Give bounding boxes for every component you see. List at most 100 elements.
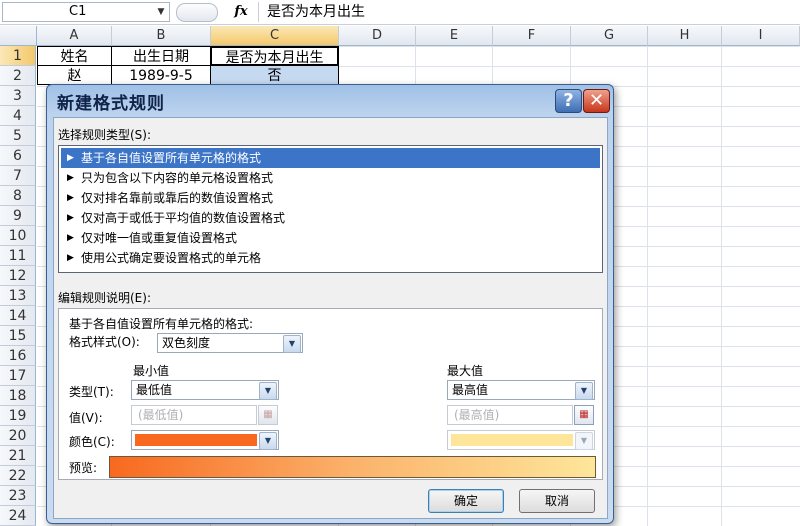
row-header-23[interactable]: 23 bbox=[0, 486, 36, 506]
min-heading: 最小值 bbox=[133, 364, 170, 378]
row-header-8[interactable]: 8 bbox=[0, 186, 36, 206]
color-label: 颜色(C): bbox=[69, 435, 115, 449]
name-box-dropdown-icon[interactable]: ▼ bbox=[154, 2, 168, 22]
min-color-swatch bbox=[135, 434, 257, 446]
row-header-18[interactable]: 18 bbox=[0, 386, 36, 406]
rule-type-list[interactable]: ▶ 基于各自值设置所有单元格的格式 ▶ 只为包含以下内容的单元格设置格式 ▶ 仅对排名… bbox=[58, 145, 603, 273]
rule-type-item[interactable]: ▶ 仅对排名靠前或靠后的数值设置格式 bbox=[61, 188, 600, 208]
row-header-7[interactable]: 7 bbox=[0, 166, 36, 186]
cell-a2[interactable]: 赵 bbox=[37, 65, 112, 85]
row-header-6[interactable]: 6 bbox=[0, 146, 36, 166]
formula-bar: C1 ▼ fx 是否为本月出生 bbox=[0, 0, 800, 25]
cell-c2[interactable]: 否 bbox=[210, 65, 339, 85]
col-header-a[interactable]: A bbox=[37, 26, 112, 46]
range-select-icon[interactable]: ▦ bbox=[574, 405, 594, 425]
grid-line bbox=[721, 46, 722, 526]
row-header-5[interactable]: 5 bbox=[0, 126, 36, 146]
row-header-17[interactable]: 17 bbox=[0, 366, 36, 386]
cell-b1[interactable]: 出生日期 bbox=[111, 46, 211, 66]
row-header-9[interactable]: 9 bbox=[0, 206, 36, 226]
insert-function-icon[interactable]: fx bbox=[230, 2, 252, 22]
close-button[interactable]: ✕ bbox=[583, 89, 610, 113]
rule-type-item[interactable]: ▶ 仅对高于或低于平均值的数值设置格式 bbox=[61, 208, 600, 228]
help-button[interactable]: ? bbox=[555, 89, 582, 113]
max-color-select[interactable]: ▼ bbox=[447, 430, 595, 450]
col-header-f[interactable]: F bbox=[493, 26, 571, 46]
triangle-right-icon: ▶ bbox=[67, 213, 74, 223]
select-all-corner[interactable] bbox=[0, 26, 37, 46]
row-header-24[interactable]: 24 bbox=[0, 506, 36, 526]
row-header-10[interactable]: 10 bbox=[0, 226, 36, 246]
ok-button[interactable]: 确定 bbox=[428, 489, 504, 513]
min-value-input[interactable]: (最低值) bbox=[131, 405, 257, 425]
max-type-value: 最高值 bbox=[452, 383, 489, 397]
formula-input[interactable]: 是否为本月出生 bbox=[258, 2, 798, 22]
edit-description-label: 编辑规则说明(E): bbox=[58, 291, 151, 305]
cell-a1[interactable]: 姓名 bbox=[37, 46, 112, 66]
row-header-13[interactable]: 13 bbox=[0, 286, 36, 306]
rule-type-item[interactable]: ▶ 只为包含以下内容的单元格设置格式 bbox=[61, 168, 600, 188]
formula-bar-toggle-button[interactable] bbox=[176, 3, 218, 22]
triangle-right-icon: ▶ bbox=[67, 153, 74, 163]
row-header-3[interactable]: 3 bbox=[0, 86, 36, 106]
row-header-2[interactable]: 2 bbox=[0, 66, 36, 86]
col-header-e[interactable]: E bbox=[416, 26, 493, 46]
rule-type-label: 仅对唯一值或重复值设置格式 bbox=[81, 231, 238, 245]
row-header-15[interactable]: 15 bbox=[0, 326, 36, 346]
chevron-down-icon[interactable]: ▼ bbox=[575, 432, 593, 450]
row-header-21[interactable]: 21 bbox=[0, 446, 36, 466]
format-style-value: 双色刻度 bbox=[162, 336, 211, 350]
row-header-4[interactable]: 4 bbox=[0, 106, 36, 126]
chevron-down-icon[interactable]: ▼ bbox=[259, 432, 277, 450]
triangle-right-icon: ▶ bbox=[67, 233, 74, 243]
row-header-19[interactable]: 19 bbox=[0, 406, 36, 426]
row-header-22[interactable]: 22 bbox=[0, 466, 36, 486]
rule-type-item[interactable]: ▶ 使用公式确定要设置格式的单元格 bbox=[61, 248, 600, 268]
row-header-12[interactable]: 12 bbox=[0, 266, 36, 286]
rule-description-panel: 基于各自值设置所有单元格的格式: 格式样式(O): 双色刻度 ▼ 最小值 最大值… bbox=[58, 308, 603, 480]
cell-b2[interactable]: 1989-9-5 bbox=[111, 65, 211, 85]
rule-type-label: 只为包含以下内容的单元格设置格式 bbox=[81, 171, 274, 185]
format-style-select[interactable]: 双色刻度 ▼ bbox=[157, 333, 303, 353]
chevron-down-icon[interactable]: ▼ bbox=[575, 382, 593, 400]
min-type-select[interactable]: 最低值 ▼ bbox=[131, 380, 279, 400]
cell-c1[interactable]: 是否为本月出生 bbox=[210, 46, 339, 66]
description-heading: 基于各自值设置所有单元格的格式: bbox=[69, 317, 254, 331]
rule-type-item[interactable]: ▶ 基于各自值设置所有单元格的格式 bbox=[61, 148, 600, 168]
row-header-20[interactable]: 20 bbox=[0, 426, 36, 446]
col-header-h[interactable]: H bbox=[648, 26, 722, 46]
range-select-icon[interactable]: ▦ bbox=[258, 405, 278, 425]
row-header-11[interactable]: 11 bbox=[0, 246, 36, 266]
min-type-value: 最低值 bbox=[136, 383, 173, 397]
row-header-1[interactable]: 1 bbox=[0, 46, 36, 66]
type-label: 类型(T): bbox=[69, 385, 114, 399]
triangle-right-icon: ▶ bbox=[67, 173, 74, 183]
name-box[interactable]: C1 bbox=[2, 2, 170, 22]
rule-type-label: 基于各自值设置所有单元格的格式 bbox=[81, 151, 262, 165]
col-header-c[interactable]: C bbox=[211, 26, 339, 46]
col-header-g[interactable]: G bbox=[571, 26, 648, 46]
max-color-swatch bbox=[451, 434, 573, 446]
col-header-i[interactable]: I bbox=[722, 26, 800, 46]
preview-label: 预览: bbox=[69, 461, 98, 475]
dialog-body: 选择规则类型(S): ▶ 基于各自值设置所有单元格的格式 ▶ 只为包含以下内容的单元… bbox=[53, 117, 608, 519]
value-label: 值(V): bbox=[69, 411, 103, 425]
rule-type-label: 仅对排名靠前或靠后的数值设置格式 bbox=[81, 191, 274, 205]
cancel-button[interactable]: 取消 bbox=[519, 489, 595, 513]
dialog-title: 新建格式规则 bbox=[57, 94, 165, 114]
max-value-input[interactable]: (最高值) bbox=[447, 405, 573, 425]
min-color-select[interactable]: ▼ bbox=[131, 430, 279, 450]
chevron-down-icon[interactable]: ▼ bbox=[283, 335, 301, 353]
triangle-right-icon: ▶ bbox=[67, 193, 74, 203]
row-header-14[interactable]: 14 bbox=[0, 306, 36, 326]
col-header-d[interactable]: D bbox=[339, 26, 416, 46]
grid-line bbox=[647, 46, 648, 526]
row-header-16[interactable]: 16 bbox=[0, 346, 36, 366]
max-type-select[interactable]: 最高值 ▼ bbox=[447, 380, 595, 400]
color-scale-preview bbox=[109, 456, 596, 478]
col-header-b[interactable]: B bbox=[112, 26, 211, 46]
select-rule-type-label: 选择规则类型(S): bbox=[58, 128, 152, 142]
rule-type-label: 仅对高于或低于平均值的数值设置格式 bbox=[81, 211, 286, 225]
rule-type-item[interactable]: ▶ 仅对唯一值或重复值设置格式 bbox=[61, 228, 600, 248]
chevron-down-icon[interactable]: ▼ bbox=[259, 382, 277, 400]
